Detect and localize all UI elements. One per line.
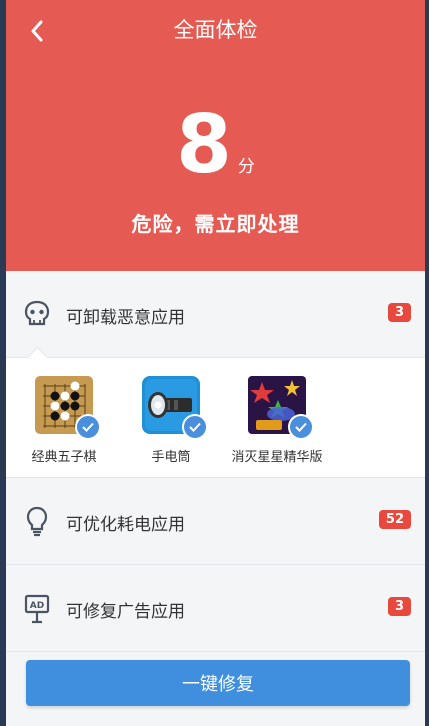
page-title: 全面体检 [173,18,258,42]
app-item[interactable]: 经典五子棋 [9,376,119,465]
score-header: 全面体检 8分 危险，需立即处理 [6,0,425,271]
score-value: 8 [176,98,232,191]
ad-apps-label: 可修复广告应用 [66,602,185,622]
svg-text:AD: AD [30,601,44,611]
battery-apps-label: 可优化耗电应用 [66,515,185,535]
gomoku-app-icon [35,376,101,440]
malicious-count-badge: 3 [387,303,411,322]
checkmark-icon[interactable] [75,414,101,440]
score-unit: 分 [237,157,255,177]
score-display: 8分 [6,100,425,190]
popstar-app-icon [248,376,314,440]
checkup-panel: 全面体检 8分 危险，需立即处理 可卸载恶意应用 3 经典五子棋 手电筒 消灭星… [6,0,425,726]
one-click-fix-button[interactable]: 一键修复 [26,660,410,706]
background-edge-right [425,0,429,726]
skull-icon [24,300,50,326]
app-name: 手电筒 [151,450,191,465]
checkmark-icon[interactable] [182,414,208,440]
ad-apps-row[interactable]: AD 可修复广告应用 3 [6,565,425,652]
battery-apps-row[interactable]: 可优化耗电应用 52 [6,478,425,565]
flashlight-app-icon [142,376,208,440]
ad-sign-icon: AD [24,594,50,624]
ad-count-badge: 3 [387,597,411,616]
checkmark-icon[interactable] [288,414,314,440]
app-name: 消灭星星精华版 [231,450,323,465]
app-item[interactable]: 手电筒 [116,376,226,465]
app-name: 经典五子棋 [31,450,97,465]
status-text: 危险，需立即处理 [131,212,300,236]
lightbulb-icon [26,506,48,537]
malicious-app-list: 经典五子棋 手电筒 消灭星星精华版 [6,346,425,478]
malicious-apps-label: 可卸载恶意应用 [66,308,185,328]
malicious-apps-row[interactable]: 可卸载恶意应用 3 [6,271,425,358]
battery-count-badge: 52 [378,510,411,529]
app-item[interactable]: 消灭星星精华版 [222,376,332,465]
